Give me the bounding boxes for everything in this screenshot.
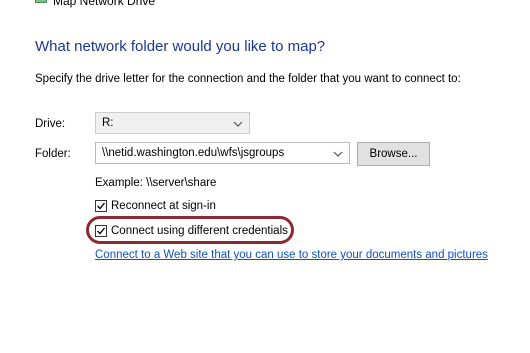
credentials-checkbox[interactable] bbox=[95, 225, 107, 237]
page-title: What network folder would you like to ma… bbox=[35, 38, 326, 55]
title-bar: Map Network Drive bbox=[0, 0, 530, 10]
reconnect-option[interactable]: Reconnect at sign-in bbox=[95, 198, 216, 214]
reconnect-label: Reconnect at sign-in bbox=[111, 200, 216, 212]
credentials-label: Connect using different credentials bbox=[111, 225, 288, 237]
web-site-link[interactable]: Connect to a Web site that you can use t… bbox=[95, 249, 488, 261]
drive-label: Drive: bbox=[35, 118, 66, 130]
drive-select[interactable]: R: bbox=[95, 112, 250, 134]
instruction-text: Specify the drive letter for the connect… bbox=[35, 73, 461, 85]
folder-value: \\netid.washington.edu\wfs\jsgroups bbox=[102, 147, 285, 159]
folder-input[interactable]: \\netid.washington.edu\wfs\jsgroups bbox=[95, 142, 350, 164]
network-drive-icon bbox=[34, 0, 48, 6]
credentials-option[interactable]: Connect using different credentials bbox=[95, 223, 288, 239]
reconnect-checkbox[interactable] bbox=[95, 200, 107, 212]
window-title: Map Network Drive bbox=[53, 0, 156, 8]
drive-value: R: bbox=[102, 117, 114, 129]
example-text: Example: \\server\share bbox=[95, 177, 217, 189]
chevron-down-icon bbox=[233, 119, 243, 127]
browse-button[interactable]: Browse... bbox=[357, 142, 430, 166]
folder-label: Folder: bbox=[35, 148, 71, 160]
map-network-drive-dialog: Map Network Drive What network folder wo… bbox=[0, 0, 530, 353]
chevron-down-icon[interactable] bbox=[333, 149, 343, 157]
